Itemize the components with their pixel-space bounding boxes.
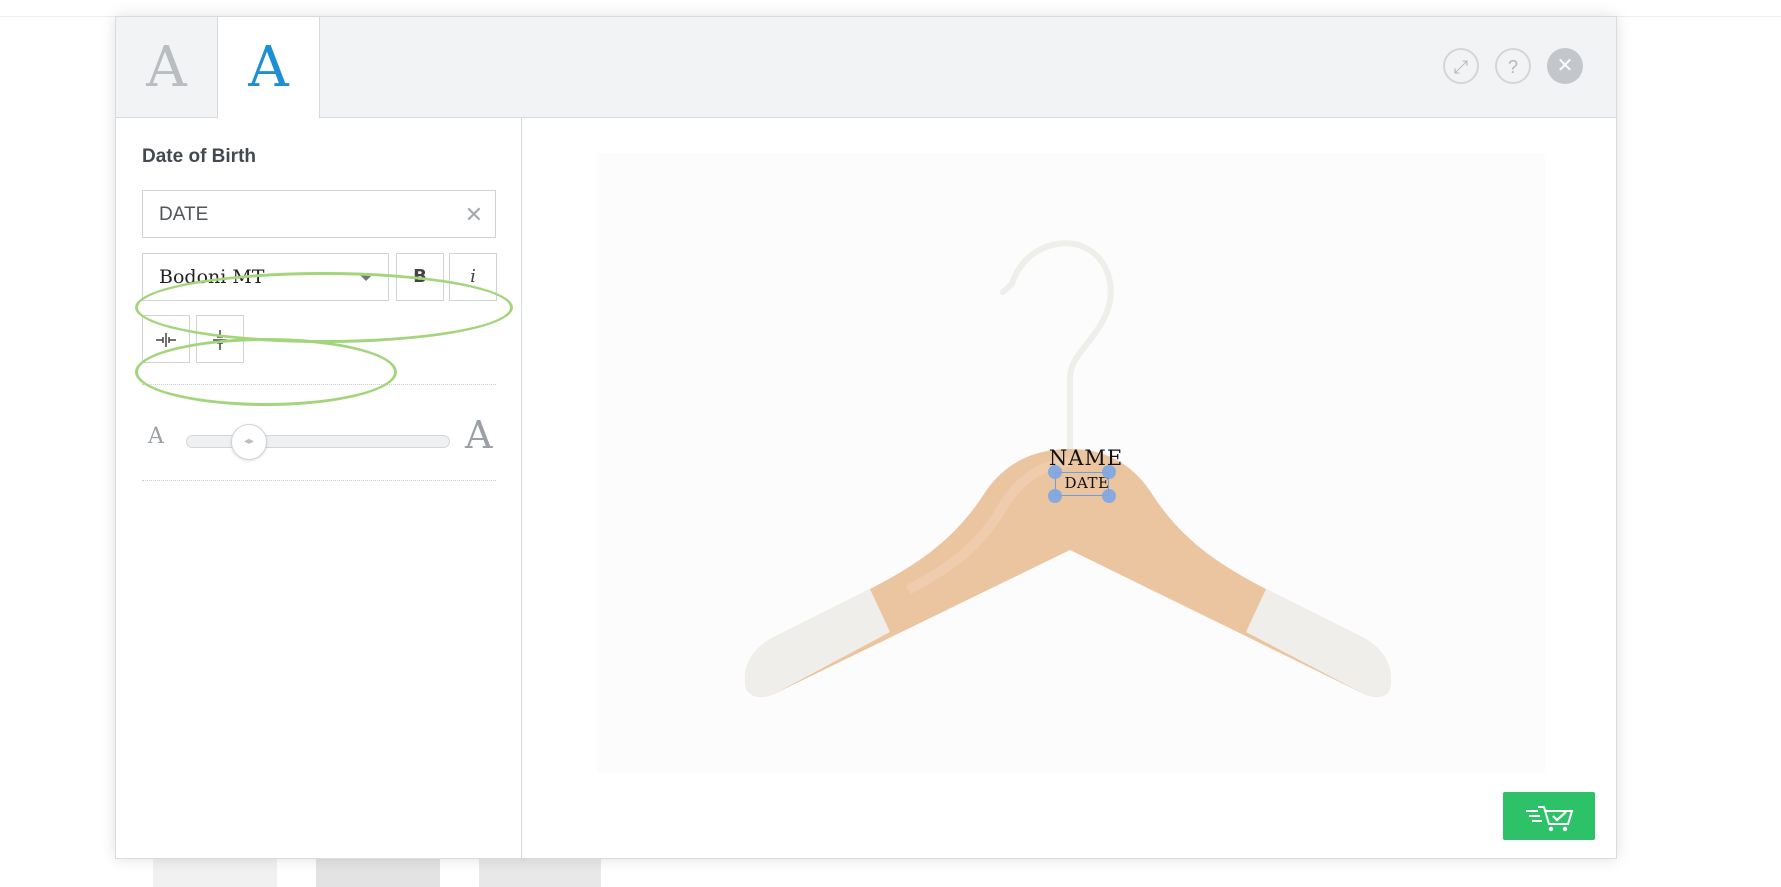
italic-button[interactable]: i (449, 253, 497, 301)
date-text-input[interactable]: DATE ✕ (142, 190, 496, 238)
font-size-large-icon: A (465, 413, 493, 457)
font-size-slider[interactable] (186, 435, 450, 448)
align-horizontal-icon (156, 332, 176, 347)
help-icon[interactable]: ? (1495, 48, 1531, 84)
font-size-small-icon: A (148, 424, 164, 449)
modal-header: A A ⤢ ? ✕ (116, 17, 1616, 118)
resize-handle[interactable] (1102, 489, 1116, 503)
personalization-modal: A A ⤢ ? ✕ Date of Birth DATE ✕ Bodoni MT… (115, 16, 1617, 859)
bold-button[interactable]: B (396, 253, 444, 301)
center-horizontal-button[interactable] (142, 315, 190, 363)
font-select[interactable]: Bodoni MT (142, 253, 389, 301)
align-vertical-icon (213, 329, 227, 350)
resize-handle[interactable] (1048, 489, 1062, 503)
close-icon[interactable]: ✕ (1547, 48, 1583, 84)
add-to-cart-button[interactable] (1503, 792, 1595, 840)
product-preview: NAME DATE (522, 118, 1616, 858)
text-options-panel: Date of Birth DATE ✕ Bodoni MT B i A ◂▸ … (116, 118, 522, 858)
center-vertical-button[interactable] (196, 315, 244, 363)
text-input-value: DATE (159, 204, 209, 225)
product-thumbnail[interactable] (153, 858, 277, 887)
divider (142, 480, 496, 481)
divider (142, 384, 496, 385)
clear-icon[interactable]: ✕ (465, 202, 483, 228)
expand-icon[interactable]: ⤢ (1443, 48, 1479, 84)
resize-handle[interactable] (1048, 465, 1062, 479)
field-label: Date of Birth (142, 146, 256, 167)
selection-box (1055, 472, 1109, 496)
tab-text-1[interactable]: A (116, 17, 217, 118)
resize-handle[interactable] (1102, 465, 1116, 479)
product-thumbnail[interactable] (479, 858, 601, 887)
font-select-value: Bodoni MT (159, 266, 265, 288)
slider-handle[interactable]: ◂▸ (231, 424, 267, 460)
tab-text-2[interactable]: A (217, 17, 320, 118)
cart-icon (1526, 805, 1574, 831)
product-thumbnail[interactable] (316, 858, 440, 887)
chevron-down-icon (359, 274, 373, 281)
